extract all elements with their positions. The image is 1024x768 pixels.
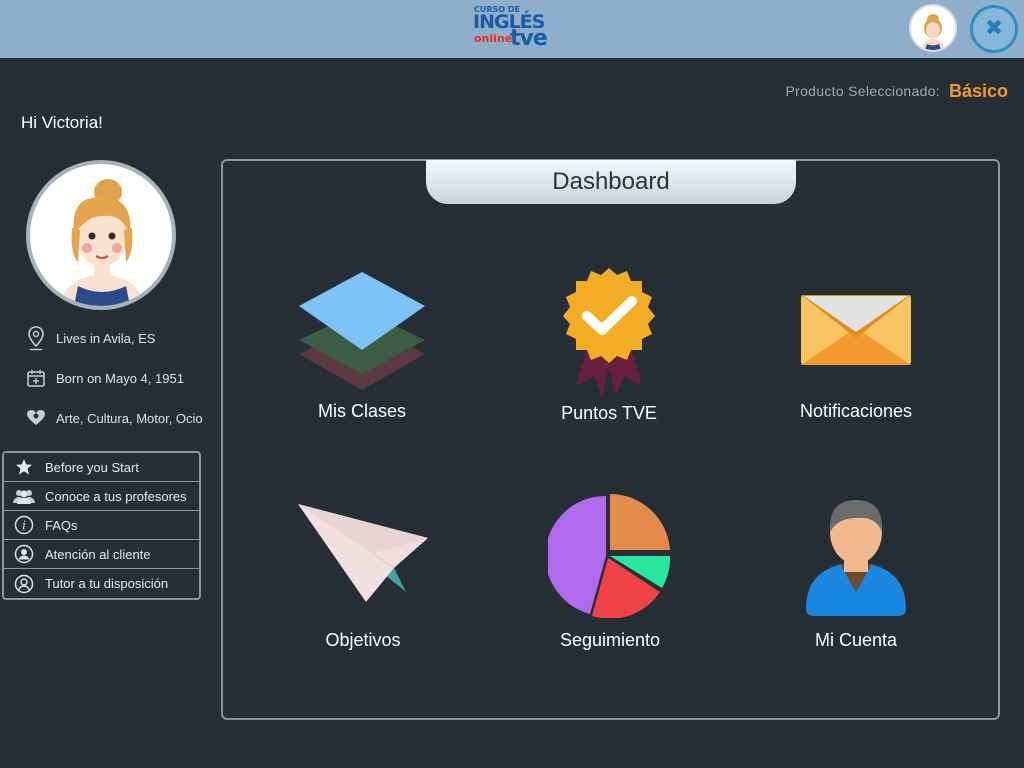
tile-puntos-tve[interactable]: Puntos TVE	[519, 266, 699, 430]
layers-icon	[272, 268, 452, 394]
side-menu: Before you Start Conoce a tus profesores…	[2, 451, 201, 600]
interests-text: Arte, Cultura, Motor, Ocio	[56, 410, 203, 426]
tile-label: Mis Clases	[317, 401, 406, 421]
pie-chart-icon	[520, 494, 700, 618]
product-label: Producto Seleccionado:	[785, 83, 940, 99]
menu-label: Before you Start	[45, 459, 139, 475]
account-icon	[766, 496, 946, 616]
envelope-icon	[766, 294, 946, 366]
menu-item-profesores[interactable]: Conoce a tus profesores	[4, 482, 199, 511]
menu-item-faqs[interactable]: i FAQs	[4, 511, 199, 540]
tile-mis-clases[interactable]: Mis Clases	[272, 268, 452, 428]
menu-label: Conoce a tus profesores	[45, 488, 187, 504]
tile-label: Notificaciones	[799, 401, 913, 421]
curso-ingles-logo: CURSO DE INGLÉS online tve	[472, 5, 552, 53]
tile-label: Mi Cuenta	[814, 630, 898, 650]
location-row: Lives in Avila, ES	[24, 326, 156, 351]
menu-label: FAQs	[45, 517, 78, 533]
location-pin-icon	[24, 326, 48, 351]
close-button[interactable]: ✖	[970, 5, 1018, 53]
tutor-icon	[13, 573, 35, 595]
group-icon	[13, 485, 35, 507]
birth-text: Born on Mayo 4, 1951	[56, 370, 184, 386]
paper-plane-icon	[273, 502, 453, 604]
menu-label: Tutor a tu disposición	[45, 576, 169, 591]
tile-label: Puntos TVE	[561, 403, 657, 423]
dashboard-title-tab: Dashboard	[426, 160, 796, 204]
product-value[interactable]: Básico	[949, 81, 1008, 102]
location-text: Lives in Avila, ES	[56, 330, 156, 346]
calendar-icon	[24, 366, 48, 390]
product-selection: Producto Seleccionado: Básico	[785, 80, 1008, 102]
interests-row: Arte, Cultura, Motor, Ocio	[24, 406, 203, 430]
badge-icon	[519, 266, 699, 400]
logo-line-3: online	[474, 32, 513, 45]
close-icon: ✖	[984, 16, 1004, 41]
heart-icon	[24, 406, 48, 430]
user-circle-icon	[13, 543, 35, 565]
svg-text:i: i	[22, 519, 26, 533]
profile-avatar	[26, 160, 176, 310]
birth-row: Born on Mayo 4, 1951	[24, 366, 184, 390]
tile-mi-cuenta[interactable]: Mi Cuenta	[766, 496, 946, 658]
menu-label: Atención al cliente	[45, 546, 151, 562]
greeting: Hi Victoria!	[21, 113, 103, 132]
tile-label: Objetivos	[325, 630, 401, 650]
logo-line-4: tve	[510, 26, 548, 51]
info-icon: i	[13, 514, 35, 536]
menu-item-tutor[interactable]: Tutor a tu disposición	[4, 569, 199, 598]
user-avatar-icon[interactable]	[909, 4, 957, 52]
menu-item-atencion[interactable]: Atención al cliente	[4, 540, 199, 569]
tile-label: Seguimiento	[559, 630, 661, 650]
menu-item-before-you-start[interactable]: Before you Start	[4, 453, 199, 482]
dashboard-title: Dashboard	[552, 168, 670, 195]
tile-objetivos[interactable]: Objetivos	[273, 502, 453, 658]
tile-notificaciones[interactable]: Notificaciones	[766, 294, 946, 428]
star-icon	[13, 456, 35, 478]
tile-seguimiento[interactable]: Seguimiento	[520, 494, 700, 658]
